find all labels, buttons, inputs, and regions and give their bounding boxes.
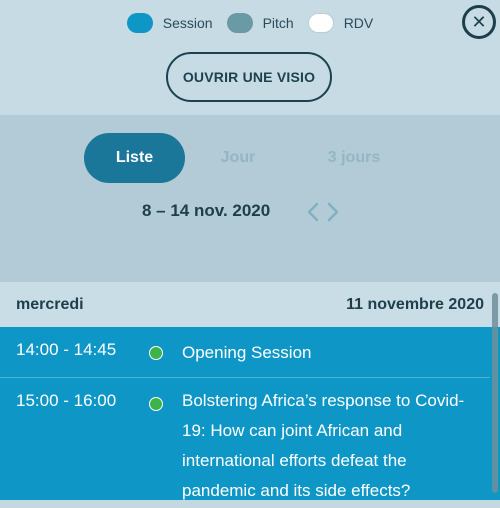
view-controls: Liste Jour 3 jours 8 – 14 nov. 2020 — [0, 115, 500, 282]
date-navigation — [305, 201, 341, 223]
chevron-left-icon[interactable] — [305, 201, 321, 223]
agenda-list: mercredi 11 novembre 2020 14:00 - 14:45 … — [0, 282, 500, 500]
chevron-right-icon[interactable] — [325, 201, 341, 223]
close-button[interactable]: ✕ — [462, 5, 496, 39]
event-row[interactable]: 14:00 - 14:45 Opening Session — [0, 327, 500, 377]
header-panel: Session Pitch RDV ✕ OUVRIR UNE VISIO — [0, 0, 500, 115]
tab-day[interactable]: Jour — [208, 133, 268, 183]
day-header: mercredi 11 novembre 2020 — [0, 282, 500, 327]
open-visio-button[interactable]: OUVRIR UNE VISIO — [166, 52, 332, 102]
legend-item-pitch: Pitch — [226, 13, 294, 33]
legend-label: RDV — [343, 15, 374, 31]
session-color-swatch — [126, 13, 153, 33]
date-range: 8 – 14 nov. 2020 — [142, 201, 271, 220]
event-title: Opening Session — [182, 343, 312, 362]
legend-label: Session — [162, 15, 213, 31]
view-tabs: Liste Jour 3 jours — [0, 133, 500, 183]
scrollbar[interactable] — [492, 293, 498, 493]
legend-label: Pitch — [262, 15, 294, 31]
day-name: mercredi — [16, 295, 84, 313]
event-title: Bolstering Africa’s response to Covid-19… — [182, 391, 465, 500]
tab-list[interactable]: Liste — [84, 133, 185, 183]
event-row[interactable]: 15:00 - 16:00 Bolstering Africa’s respon… — [0, 378, 500, 508]
event-time: 14:00 - 14:45 — [16, 340, 117, 359]
legend-item-session: Session — [126, 13, 213, 33]
close-icon: ✕ — [471, 11, 487, 32]
rdv-color-swatch — [307, 13, 334, 33]
event-time: 15:00 - 16:00 — [16, 391, 117, 410]
legend: Session Pitch RDV — [0, 10, 500, 36]
pitch-color-swatch — [226, 13, 253, 33]
legend-item-rdv: RDV — [307, 13, 374, 33]
status-dot-icon — [149, 346, 163, 360]
events-list: 14:00 - 14:45 Opening Session 15:00 - 16… — [0, 327, 500, 500]
status-dot-icon — [149, 397, 163, 411]
day-date: 11 novembre 2020 — [346, 295, 484, 313]
tab-3-days[interactable]: 3 jours — [316, 133, 392, 183]
